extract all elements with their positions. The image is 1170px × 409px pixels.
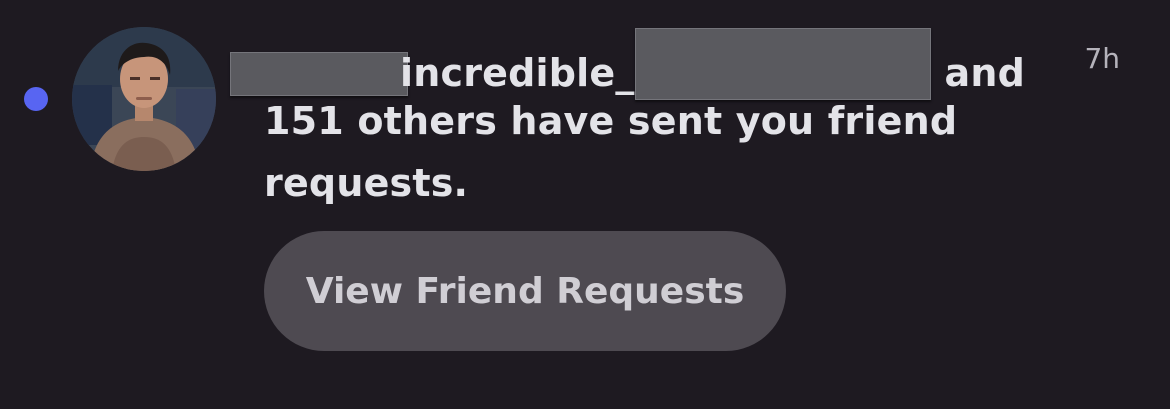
notification-message: incredible_ and 151 others have sent you … — [230, 28, 1044, 214]
avatar[interactable] — [72, 27, 216, 171]
friend-request-notification[interactable]: incredible_ and 151 others have sent you … — [0, 0, 1170, 409]
username-text: incredible_ — [400, 51, 635, 95]
avatar-photo-icon — [72, 27, 216, 171]
notification-timestamp: 7h — [1084, 42, 1120, 75]
message-line-1: incredible_ and — [230, 28, 1044, 100]
view-friend-requests-button[interactable]: View Friend Requests — [264, 231, 786, 351]
and-text: and — [944, 51, 1026, 95]
unread-indicator-dot — [24, 87, 48, 111]
message-line-2: 151 others have sent you friend — [264, 99, 958, 143]
message-line-3: requests. — [264, 161, 469, 205]
